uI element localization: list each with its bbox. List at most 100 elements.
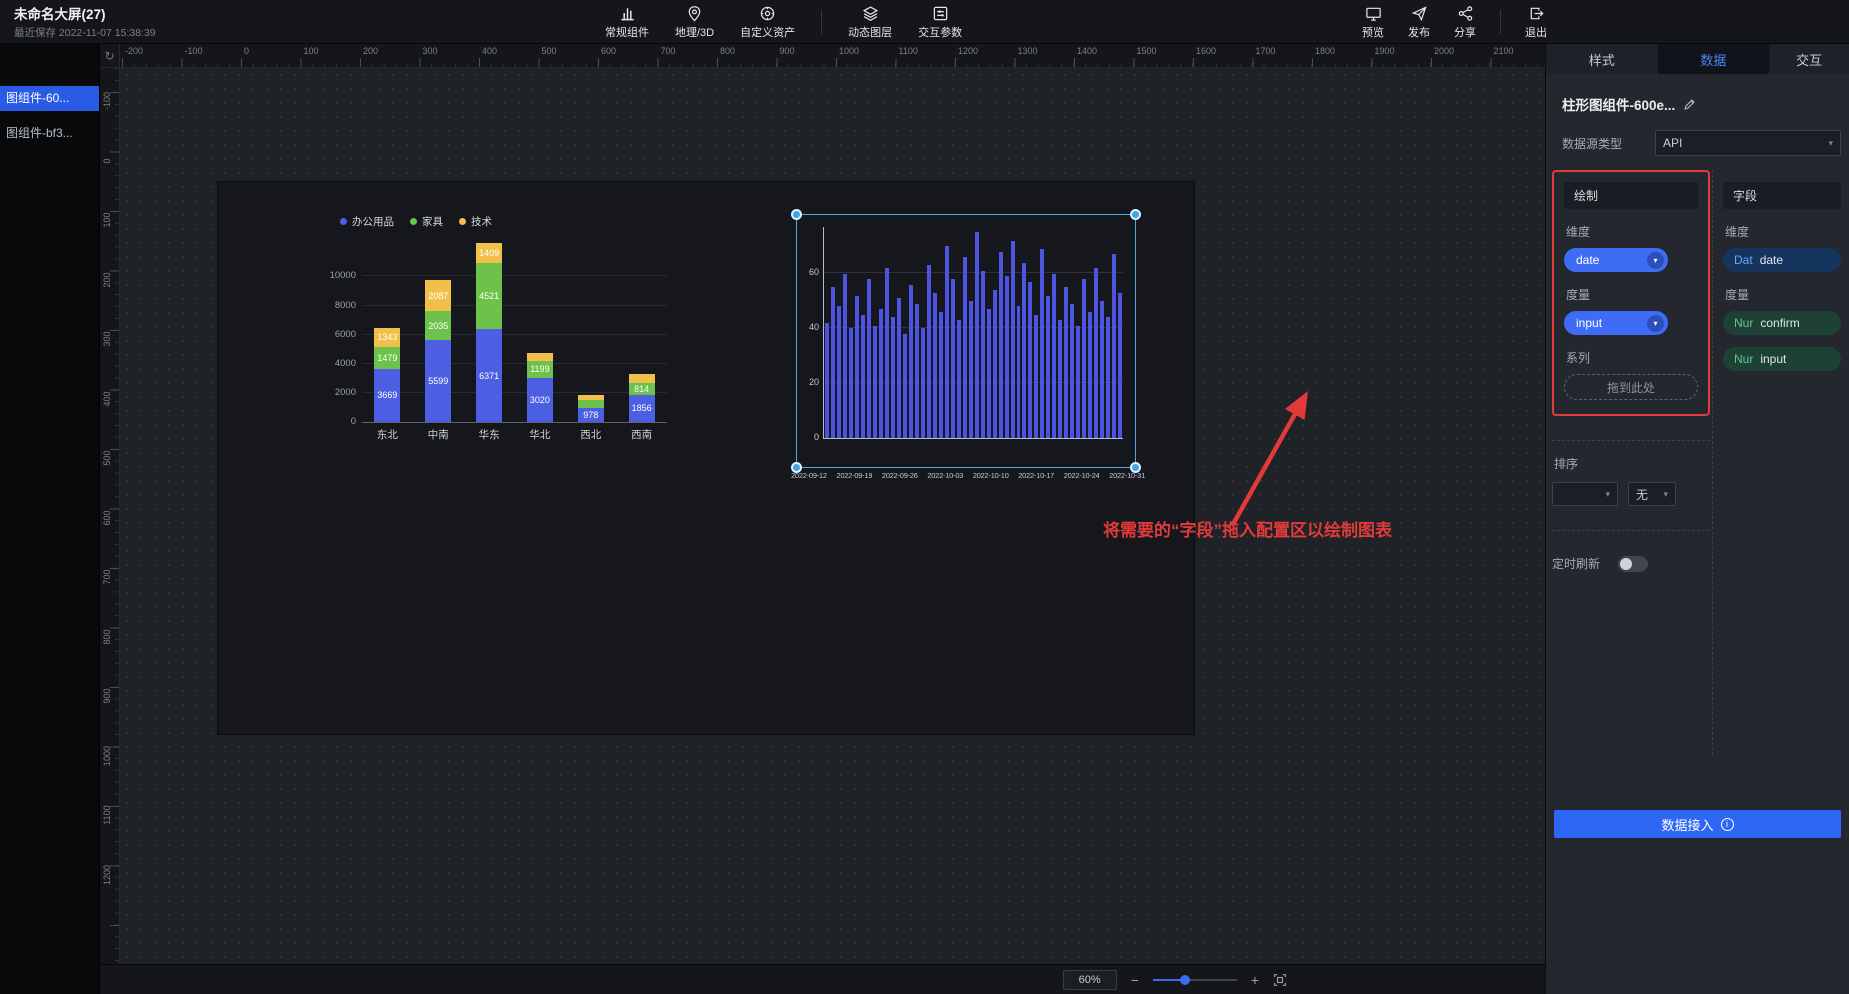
y-axis-label: 10000 bbox=[330, 270, 356, 281]
tool-geo-3d[interactable]: 地理/3D bbox=[675, 5, 714, 40]
x-axis-label: 西南 bbox=[631, 427, 652, 442]
gridline bbox=[362, 305, 667, 306]
layer-item[interactable]: 图组件-bf3... bbox=[0, 121, 99, 146]
action-preview[interactable]: 预览 bbox=[1362, 5, 1384, 40]
tab-data[interactable]: 数据 bbox=[1658, 44, 1770, 74]
chevron-down-icon: ▾ bbox=[1663, 489, 1668, 500]
ruler-label: 600 bbox=[601, 46, 616, 56]
bar bbox=[1088, 312, 1092, 438]
ruler-label: 500 bbox=[102, 444, 112, 472]
tool-dynamic-layers[interactable]: 动态图层 bbox=[848, 5, 892, 40]
action-exit[interactable]: 退出 bbox=[1525, 5, 1547, 40]
ruler-label: 200 bbox=[102, 266, 112, 294]
x-axis-label: 2022-10-03 bbox=[927, 471, 963, 480]
ruler-label: 100 bbox=[304, 46, 319, 56]
ruler-label: -100 bbox=[185, 46, 203, 56]
canvas[interactable]: 办公用品家具技术 0200040006000800010000366914791… bbox=[120, 68, 1545, 964]
x-axis-label: 华北 bbox=[529, 427, 550, 442]
data-ingest-button[interactable]: 数据接入 i bbox=[1554, 810, 1841, 838]
bar-value-label: 5599 bbox=[425, 376, 451, 386]
measure-select[interactable]: input ▾ bbox=[1564, 311, 1668, 335]
auto-refresh-label: 定时刷新 bbox=[1552, 555, 1600, 572]
interactive-params-icon bbox=[932, 5, 949, 22]
selection-handle-top-left[interactable] bbox=[791, 209, 802, 220]
legend-item[interactable]: 办公用品 bbox=[340, 214, 394, 229]
datasource-select[interactable]: API ▾ bbox=[1655, 130, 1841, 156]
field-pill-date[interactable]: Dat date bbox=[1723, 248, 1841, 272]
bar bbox=[1058, 320, 1062, 438]
zoom-slider-knob[interactable] bbox=[1180, 975, 1190, 985]
bar bbox=[903, 334, 907, 438]
bar-segment bbox=[527, 353, 553, 361]
action-share[interactable]: 分享 bbox=[1454, 5, 1476, 40]
sort-field-select[interactable]: ▾ bbox=[1552, 482, 1618, 506]
bar bbox=[1112, 254, 1116, 438]
publish-icon bbox=[1411, 5, 1428, 22]
bar bbox=[1040, 249, 1044, 438]
stacked-bar-chart[interactable]: 办公用品家具技术 0200040006000800010000366914791… bbox=[310, 214, 700, 423]
ruler-label: -100 bbox=[102, 87, 112, 115]
bar-value-label: 1343 bbox=[374, 332, 400, 342]
dashboard-screen[interactable]: 办公用品家具技术 0200040006000800010000366914791… bbox=[218, 182, 1194, 734]
selection-handle-bottom-left[interactable] bbox=[791, 462, 802, 473]
ruler-label: 1300 bbox=[1018, 46, 1038, 56]
zoom-level-input[interactable]: 60% bbox=[1063, 970, 1117, 990]
fit-screen-icon[interactable] bbox=[1273, 973, 1287, 987]
edit-icon[interactable] bbox=[1683, 98, 1696, 111]
bar bbox=[909, 285, 913, 438]
field-name: confirm bbox=[1760, 316, 1799, 330]
tool-interactive-params[interactable]: 交互参数 bbox=[918, 5, 962, 40]
dimension-select[interactable]: date ▾ bbox=[1564, 248, 1668, 272]
ruler-corner[interactable]: ↻ bbox=[100, 44, 120, 68]
legend-item[interactable]: 技术 bbox=[459, 214, 492, 229]
tab-interaction[interactable]: 交互 bbox=[1769, 44, 1849, 74]
series-drop-zone[interactable]: 拖到此处 bbox=[1564, 374, 1698, 400]
bar-value-label: 814 bbox=[629, 384, 655, 394]
legend-dot bbox=[410, 218, 417, 225]
field-pill-confirm[interactable]: Nur confirm bbox=[1723, 311, 1841, 335]
fields-column: 字段 维度 Dat date 度量 Nur confirm Nur bbox=[1713, 170, 1841, 755]
legend-label: 技术 bbox=[471, 214, 492, 229]
selected-bar-chart[interactable]: 0204060 2022-09-122022-09-192022-09-2620… bbox=[796, 214, 1136, 468]
sort-order-select[interactable]: 无 ▾ bbox=[1628, 482, 1676, 506]
ruler-label: 400 bbox=[482, 46, 497, 56]
field-pill-input[interactable]: Nur input bbox=[1723, 347, 1841, 371]
action-publish[interactable]: 发布 bbox=[1408, 5, 1430, 40]
layer-item[interactable]: 图组件-60... bbox=[0, 86, 99, 111]
bar-segment: 1479 bbox=[374, 347, 400, 369]
canvas-row: -100010020030040050060070080090010001100… bbox=[100, 68, 1545, 964]
y-axis-label: 60 bbox=[809, 267, 819, 277]
measure-value: input bbox=[1576, 316, 1602, 330]
ruler-label: 1500 bbox=[1137, 46, 1157, 56]
auto-refresh-toggle[interactable] bbox=[1618, 556, 1648, 572]
bar-segment: 5599 bbox=[425, 340, 451, 422]
ruler-label: 1800 bbox=[1315, 46, 1335, 56]
bar bbox=[1011, 241, 1015, 438]
bar bbox=[837, 306, 841, 438]
measure-label: 度量 bbox=[1566, 286, 1696, 303]
zoom-slider[interactable] bbox=[1153, 979, 1237, 981]
dimension-label: 维度 bbox=[1566, 223, 1696, 240]
dynamic-layers-icon bbox=[862, 5, 879, 22]
selection-handle-top-right[interactable] bbox=[1130, 209, 1141, 220]
bar bbox=[1106, 317, 1110, 438]
topbar: 未命名大屏(27) 最近保存 2022-11-07 15:38:39 常规组件 … bbox=[0, 0, 1849, 44]
tool-custom-assets[interactable]: 自定义资产 bbox=[740, 5, 795, 40]
ruler-label: 1600 bbox=[1196, 46, 1216, 56]
zoom-in-button[interactable]: + bbox=[1251, 973, 1259, 987]
x-axis-label: 西北 bbox=[580, 427, 601, 442]
ruler-label: 800 bbox=[102, 623, 112, 651]
selection-handle-bottom-right[interactable] bbox=[1130, 462, 1141, 473]
legend-item[interactable]: 家具 bbox=[410, 214, 443, 229]
tool-common-components[interactable]: 常规组件 bbox=[605, 5, 649, 40]
bar-segment bbox=[578, 395, 604, 399]
exit-icon bbox=[1528, 5, 1545, 22]
y-axis-label: 8000 bbox=[335, 300, 356, 311]
action-label: 退出 bbox=[1525, 24, 1547, 40]
tab-style[interactable]: 样式 bbox=[1546, 44, 1658, 74]
zoom-out-button[interactable]: − bbox=[1131, 973, 1139, 987]
bar-segment: 978 bbox=[578, 408, 604, 422]
bar-segment: 6371 bbox=[476, 329, 502, 422]
bar-value-label: 1856 bbox=[629, 403, 655, 413]
ruler-label: 800 bbox=[720, 46, 735, 56]
